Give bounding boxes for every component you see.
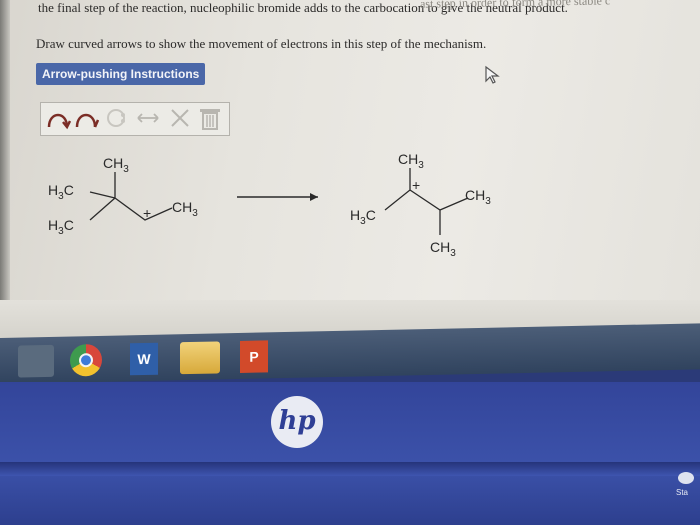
delete-x-icon[interactable] xyxy=(167,105,193,131)
start-button[interactable] xyxy=(18,344,54,378)
mouse-cursor-icon xyxy=(483,65,501,85)
word-icon[interactable]: W xyxy=(130,342,158,376)
electron-pair-icon[interactable] xyxy=(103,105,129,131)
product-top-label: CH3 xyxy=(398,151,424,171)
browser-screen: the final step of the reaction, nucleoph… xyxy=(0,0,700,338)
curved-arrow-single-icon[interactable] xyxy=(73,105,100,131)
question-text-faded: ast step in order to form a more stable … xyxy=(419,0,611,11)
chrome-icon[interactable] xyxy=(70,343,102,377)
reactant-top-label: CH3 xyxy=(103,155,129,175)
reactant-left-lower-label: H3C xyxy=(48,217,74,237)
trash-icon[interactable] xyxy=(197,105,223,131)
laptop-hinge xyxy=(0,462,700,476)
product-bottom-label: CH3 xyxy=(430,239,456,259)
arrow-pushing-instructions-button[interactable]: Arrow-pushing Instructions xyxy=(36,63,206,85)
product-charge: + xyxy=(412,177,420,193)
product-right-label: CH3 xyxy=(465,187,491,207)
product-left-label: H3C xyxy=(350,207,376,227)
reactant-charge: + xyxy=(143,205,151,221)
powerpoint-icon[interactable]: P xyxy=(240,340,268,373)
product-molecule: CH3 H3C CH3 CH3 + xyxy=(350,151,491,259)
drawing-toolbar xyxy=(40,102,230,136)
reaction-drawing[interactable]: CH3 H3C H3C CH3 + CH3 H3C CH3 CH3 + xyxy=(0,140,700,270)
hp-logo: hp xyxy=(271,396,323,448)
reaction-arrow xyxy=(237,193,318,201)
folder-icon[interactable] xyxy=(180,341,220,375)
start-label: Sta xyxy=(676,488,689,497)
reactant-molecule: CH3 H3C H3C CH3 + xyxy=(48,155,198,237)
resonance-arrow-icon[interactable] xyxy=(135,105,161,131)
curved-arrow-double-icon[interactable] xyxy=(45,105,72,131)
laptop-bezel xyxy=(0,382,700,525)
reactant-right-label: CH3 xyxy=(172,199,198,219)
question-text-line2: Draw curved arrows to show the movement … xyxy=(36,36,487,51)
power-button-icon[interactable] xyxy=(678,472,694,484)
reactant-left-upper-label: H3C xyxy=(48,182,74,202)
